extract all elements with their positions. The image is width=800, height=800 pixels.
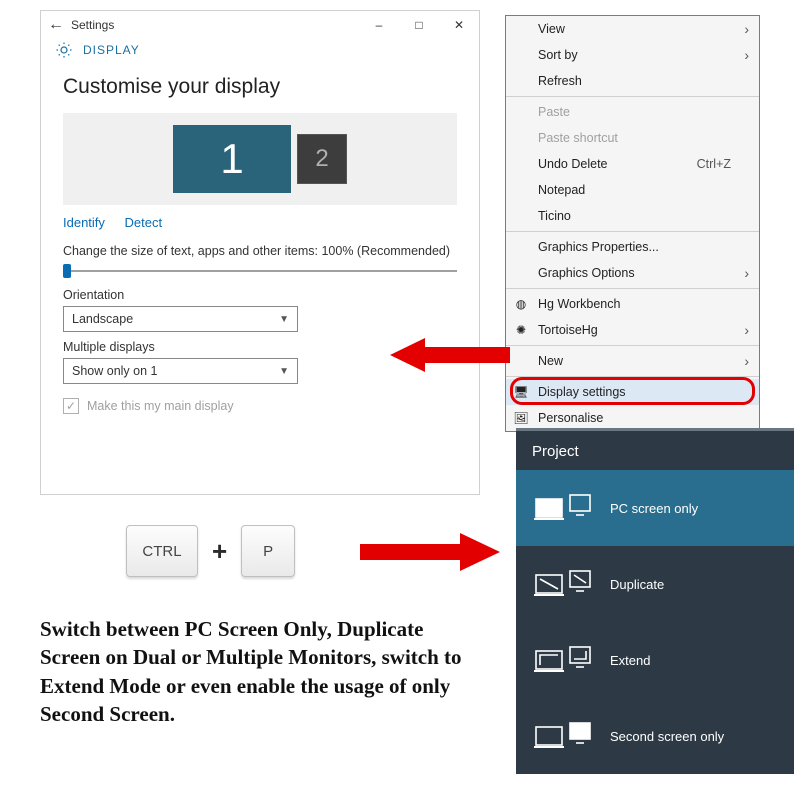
- chevron-right-icon: ›: [744, 21, 749, 37]
- close-button[interactable]: ✕: [439, 18, 479, 32]
- project-title: Project: [516, 431, 794, 470]
- main-display-checkbox: ✓ Make this my main display: [63, 398, 457, 414]
- monitor-2[interactable]: 2: [297, 134, 347, 184]
- scale-slider[interactable]: [63, 264, 457, 278]
- project-option-label: Extend: [610, 653, 650, 668]
- context-item-label: Sort by: [538, 48, 578, 62]
- detect-link[interactable]: Detect: [125, 215, 163, 230]
- projection-icon: [534, 491, 592, 525]
- checkbox-icon: ✓: [63, 398, 79, 414]
- context-item-paste-shortcut: Paste shortcut: [506, 125, 759, 151]
- project-option-pc-screen-only[interactable]: PC screen only: [516, 470, 794, 546]
- context-item-label: Hg Workbench: [538, 297, 620, 311]
- project-option-extend[interactable]: Extend: [516, 622, 794, 698]
- context-item-label: Graphics Options: [538, 266, 635, 280]
- minimize-button[interactable]: –: [359, 18, 399, 32]
- main-display-label: Make this my main display: [87, 399, 234, 413]
- maximize-button[interactable]: □: [399, 18, 439, 32]
- projection-icon: [534, 567, 592, 601]
- settings-window: ← Settings – □ ✕ DISPLAY Customise your …: [40, 10, 480, 495]
- monitor-layout[interactable]: 1 2: [63, 113, 457, 205]
- context-item-paste: Paste: [506, 99, 759, 125]
- hg-icon: ◍: [512, 297, 530, 311]
- context-item-sort-by[interactable]: Sort by ›: [506, 42, 759, 68]
- identify-link[interactable]: Identify: [63, 215, 105, 230]
- chevron-right-icon: ›: [744, 47, 749, 63]
- p-key: P: [241, 525, 295, 577]
- arrow-left: [390, 335, 510, 375]
- project-option-label: Second screen only: [610, 729, 724, 744]
- context-item-ticino[interactable]: Ticino: [506, 203, 759, 229]
- context-item-label: TortoiseHg: [538, 323, 598, 337]
- orientation-select[interactable]: Landscape ▼: [63, 306, 298, 332]
- context-item-label: Undo Delete: [538, 157, 608, 171]
- project-option-second-screen-only[interactable]: Second screen only: [516, 698, 794, 774]
- context-item-graphics-properties-[interactable]: Graphics Properties...: [506, 234, 759, 260]
- personalise-icon: 🖼: [512, 411, 530, 425]
- context-item-tortoisehg[interactable]: ✺ TortoiseHg ›: [506, 317, 759, 343]
- titlebar: ← Settings – □ ✕: [41, 11, 479, 39]
- context-item-label: View: [538, 22, 565, 36]
- desktop-context-menu: View › Sort by › Refresh Paste Paste shortcut U…: [505, 15, 760, 432]
- context-item-notepad[interactable]: Notepad: [506, 177, 759, 203]
- gear-icon: [55, 41, 73, 59]
- orientation-label: Orientation: [63, 288, 457, 302]
- project-option-duplicate[interactable]: Duplicate: [516, 546, 794, 622]
- context-item-label: Paste shortcut: [538, 131, 618, 145]
- shortcut-label: Ctrl+Z: [697, 157, 731, 171]
- plus-icon: +: [212, 536, 227, 567]
- ctrl-key: CTRL: [126, 525, 198, 577]
- chevron-right-icon: ›: [744, 322, 749, 338]
- page-heading: Customise your display: [63, 75, 457, 99]
- context-item-label: Display settings: [538, 385, 626, 399]
- context-item-label: Ticino: [538, 209, 571, 223]
- scale-label: Change the size of text, apps and other …: [63, 244, 457, 258]
- back-button[interactable]: ←: [41, 16, 71, 34]
- context-item-view[interactable]: View ›: [506, 16, 759, 42]
- display-icon: 🖥: [512, 385, 530, 399]
- chevron-down-icon: ▼: [279, 366, 289, 377]
- chevron-down-icon: ▼: [279, 314, 289, 325]
- context-item-label: Paste: [538, 105, 570, 119]
- multiple-displays-value: Show only on 1: [72, 364, 157, 378]
- context-item-refresh[interactable]: Refresh: [506, 68, 759, 94]
- context-item-hg-workbench[interactable]: ◍ Hg Workbench: [506, 291, 759, 317]
- multiple-displays-select[interactable]: Show only on 1 ▼: [63, 358, 298, 384]
- monitor-1[interactable]: 1: [173, 125, 291, 193]
- tortoise-icon: ✺: [512, 323, 530, 337]
- chevron-right-icon: ›: [744, 353, 749, 369]
- window-title: Settings: [71, 18, 359, 32]
- arrow-right: [360, 530, 500, 574]
- context-item-display-settings[interactable]: 🖥 Display settings: [506, 379, 759, 405]
- instruction-caption: Switch between PC Screen Only, Duplicate…: [40, 615, 480, 728]
- context-item-new[interactable]: New ›: [506, 348, 759, 374]
- project-option-label: PC screen only: [610, 501, 698, 516]
- context-item-label: New: [538, 354, 563, 368]
- section-label: DISPLAY: [83, 43, 140, 57]
- context-item-label: Notepad: [538, 183, 585, 197]
- project-panel: Project PC screen only Duplicate Extend Sec…: [516, 428, 794, 774]
- context-item-label: Refresh: [538, 74, 582, 88]
- context-item-label: Personalise: [538, 411, 603, 425]
- context-item-undo-delete[interactable]: Undo Delete Ctrl+Z: [506, 151, 759, 177]
- projection-icon: [534, 643, 592, 677]
- context-item-label: Graphics Properties...: [538, 240, 659, 254]
- context-item-graphics-options[interactable]: Graphics Options ›: [506, 260, 759, 286]
- project-option-label: Duplicate: [610, 577, 664, 592]
- projection-icon: [534, 719, 592, 753]
- section-header: DISPLAY: [41, 39, 479, 67]
- orientation-value: Landscape: [72, 312, 133, 326]
- chevron-right-icon: ›: [744, 265, 749, 281]
- keyboard-shortcut: CTRL + P: [126, 525, 295, 577]
